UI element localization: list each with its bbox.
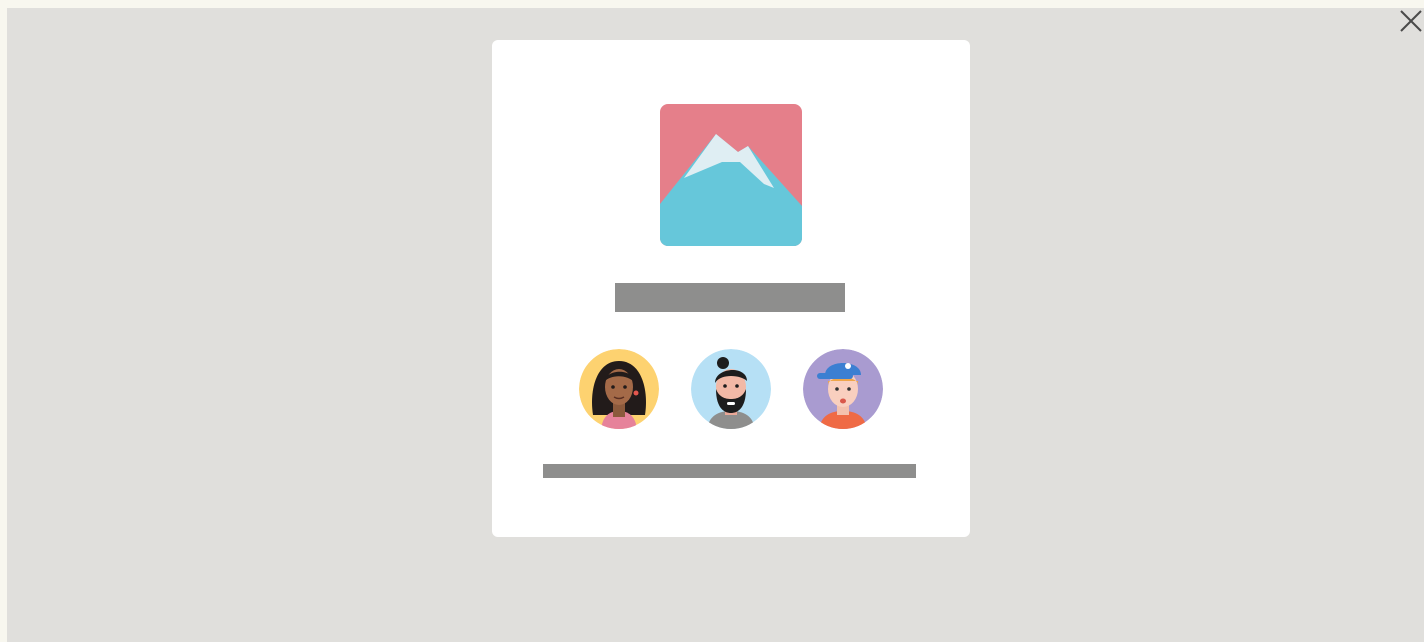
close-icon [1400, 10, 1422, 32]
avatar-woman-dark-hair-icon [579, 349, 659, 429]
avatar-man-cap-icon [803, 349, 883, 429]
caption-placeholder [543, 464, 916, 478]
title-placeholder [615, 283, 845, 312]
close-button[interactable] [1398, 8, 1424, 34]
avatar-man-beard-icon [691, 349, 771, 429]
share-card [492, 40, 970, 537]
mountain-image-icon [660, 104, 802, 246]
